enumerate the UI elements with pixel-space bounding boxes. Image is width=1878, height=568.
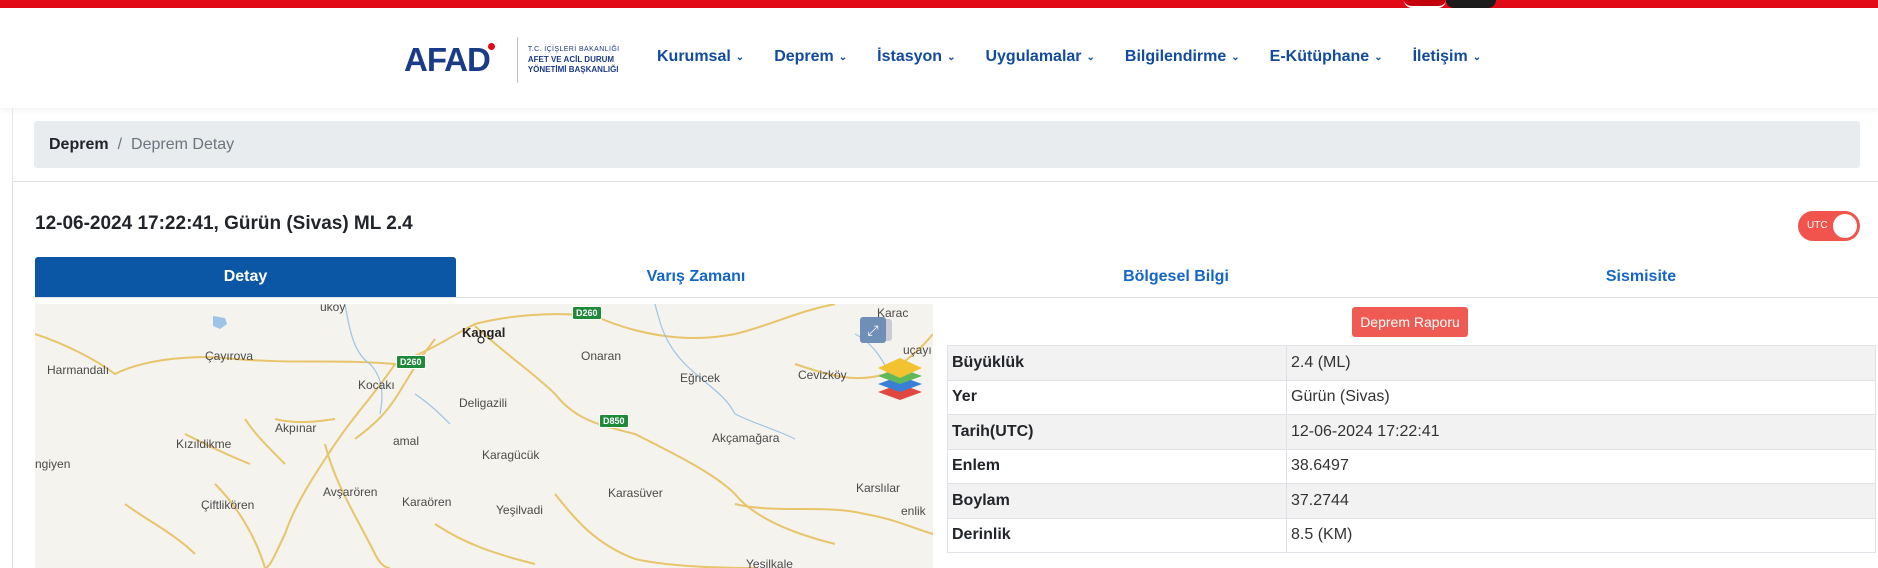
utc-toggle[interactable]: UTC bbox=[1798, 211, 1860, 241]
nav-item-label: İstasyon bbox=[877, 48, 943, 65]
chevron-down-icon: ⌄ bbox=[1472, 51, 1482, 63]
table-row: Büyüklük 2.4 (ML) bbox=[947, 345, 1876, 381]
top-avatar-dark bbox=[1446, 0, 1496, 8]
map-place-label: ngiyen bbox=[35, 457, 71, 471]
map-place-label: Çayırova bbox=[205, 349, 254, 363]
chevron-down-icon: ⌄ bbox=[947, 51, 956, 63]
earthquake-details-table: Büyüklük 2.4 (ML) Yer Gürün (Sivas) Tarih(UT… bbox=[947, 345, 1876, 553]
detail-key: Boylam bbox=[947, 483, 1287, 519]
layers-icon[interactable] bbox=[876, 356, 924, 400]
page-title: 12-06-2024 17:22:41, Gürün (Sivas) ML 2.… bbox=[35, 213, 413, 234]
map-place-label: Kızıldikme bbox=[176, 437, 232, 451]
map-place-label: Deligazili bbox=[459, 396, 508, 410]
table-row: Tarih(UTC) 12-06-2024 17:22:41 bbox=[947, 414, 1876, 450]
breadcrumb-separator: / bbox=[117, 135, 123, 153]
earthquake-report-button[interactable]: Deprem Raporu bbox=[1352, 307, 1468, 337]
map-place-label: Akçamağara bbox=[712, 431, 780, 445]
tab-bar: Detay Varış Zamanı Bölgesel Bilgi Sismis… bbox=[35, 257, 1878, 298]
nav-item-kurumsal[interactable]: Kurumsal ⌄ bbox=[657, 48, 744, 66]
map-place-label: Karaören bbox=[402, 495, 452, 509]
map-place-label: Cevizköy bbox=[798, 368, 847, 382]
logo-line-1: T.C. İÇİŞLERİ BAKANLIĞI bbox=[527, 46, 620, 53]
map-place-label: Harmandalı bbox=[47, 363, 110, 377]
map-city-label: Kangal bbox=[462, 325, 506, 340]
toggle-knob bbox=[1833, 214, 1857, 238]
nav-item-i-stasyon[interactable]: İstasyon ⌄ bbox=[877, 48, 955, 66]
nav-item-label: İletişim bbox=[1412, 48, 1468, 65]
chevron-down-icon: ⌄ bbox=[735, 51, 745, 63]
table-row: Yer Gürün (Sivas) bbox=[947, 379, 1876, 415]
nav-item-label: Uygulamalar bbox=[985, 48, 1082, 65]
logo-text: T.C. İÇİŞLERİ BAKANLIĞI AFET VE ACİL DUR… bbox=[528, 45, 620, 75]
top-brand-bar bbox=[0, 0, 1878, 8]
detail-key: Derinlik bbox=[947, 517, 1287, 553]
detail-key: Enlem bbox=[947, 448, 1287, 484]
nav-item-bilgilendirme[interactable]: Bilgilendirme ⌄ bbox=[1125, 48, 1240, 66]
logo-word: AFAD bbox=[404, 41, 491, 78]
detail-value: 12-06-2024 17:22:41 bbox=[1286, 414, 1876, 450]
expand-icon[interactable]: ⤢ bbox=[860, 317, 886, 343]
road-shield: D260 bbox=[396, 355, 426, 369]
afad-logo[interactable]: AFAD T.C. İÇİŞLERİ BAKANLIĞI AFET VE ACİ… bbox=[404, 30, 620, 90]
nav-item-label: Bilgilendirme bbox=[1124, 48, 1227, 65]
road-shield: D850 bbox=[599, 414, 629, 428]
detail-value: Gürün (Sivas) bbox=[1286, 379, 1876, 415]
map-place-label: Karslılar bbox=[856, 481, 901, 495]
breadcrumb-current: Deprem Detay bbox=[131, 135, 235, 153]
map-place-label: Avşarören bbox=[323, 485, 378, 499]
nav-item-deprem[interactable]: Deprem ⌄ bbox=[774, 48, 847, 66]
chevron-down-icon: ⌄ bbox=[1231, 51, 1240, 63]
nav-item-i-letişim[interactable]: İletişim ⌄ bbox=[1413, 48, 1482, 66]
logo-separator bbox=[516, 37, 518, 83]
chevron-down-icon: ⌄ bbox=[1086, 51, 1095, 63]
breadcrumb: Deprem / Deprem Detay bbox=[34, 121, 1860, 168]
tab-varis-zamani[interactable]: Varış Zamanı bbox=[456, 257, 936, 297]
nav-item-label: Kurumsal bbox=[657, 48, 731, 65]
map-place-label: amal bbox=[393, 434, 420, 448]
detail-key: Yer bbox=[947, 379, 1287, 415]
tab-sismisite[interactable]: Sismisite bbox=[1416, 257, 1866, 297]
tab-detay[interactable]: Detay bbox=[35, 257, 456, 297]
nav-item-label: E-Kütüphane bbox=[1269, 48, 1370, 65]
nav-item-uygulamalar[interactable]: Uygulamalar ⌄ bbox=[985, 48, 1094, 66]
main-nav: Kurumsal ⌄ Deprem ⌄ İstasyon ⌄ Uygulamalar ⌄ Bil… bbox=[657, 48, 1511, 66]
map-place-label: enlik bbox=[901, 504, 926, 518]
detail-value: 37.2744 bbox=[1286, 483, 1876, 519]
map-place-label: üköy bbox=[320, 304, 346, 314]
earthquake-map[interactable]: Kangal Harmandalı Çayırova Kocakı Deliga… bbox=[35, 304, 933, 568]
detail-key: Büyüklük bbox=[947, 345, 1287, 381]
map-place-label: Yeşilvadi bbox=[496, 503, 543, 517]
table-row: Derinlik 8.5 (KM) bbox=[947, 517, 1876, 553]
map-place-label: Eğricek bbox=[680, 371, 721, 385]
map-place-label: Çiftlikören bbox=[201, 498, 255, 512]
table-row: Boylam 37.2744 bbox=[947, 483, 1876, 519]
chevron-down-icon: ⌄ bbox=[838, 51, 848, 63]
detail-key: Tarih(UTC) bbox=[947, 414, 1287, 450]
detail-value: 8.5 (KM) bbox=[1286, 517, 1876, 553]
top-avatar-red bbox=[1404, 0, 1446, 8]
nav-item-e-kütüphane[interactable]: E-Kütüphane ⌄ bbox=[1270, 48, 1383, 66]
tab-bolgesel-bilgi[interactable]: Bölgesel Bilgi bbox=[936, 257, 1416, 297]
logo-line-2: AFET VE ACİL DURUM bbox=[527, 55, 615, 64]
map-place-label: Akpınar bbox=[275, 421, 317, 435]
map-place-label: Karagücük bbox=[482, 448, 540, 462]
logo-line-3: YÖNETİMİ BAŞKANLIĞI bbox=[527, 65, 619, 74]
nav-item-label: Deprem bbox=[774, 48, 834, 65]
breadcrumb-home[interactable]: Deprem bbox=[49, 136, 109, 154]
chevron-down-icon: ⌄ bbox=[1374, 51, 1383, 63]
map-place-label: Karasüver bbox=[608, 486, 663, 500]
table-row: Enlem 38.6497 bbox=[947, 448, 1876, 484]
detail-value: 2.4 (ML) bbox=[1286, 345, 1876, 381]
map-roads bbox=[35, 304, 933, 568]
utc-toggle-label: UTC bbox=[1807, 220, 1828, 231]
road-shield: D260 bbox=[572, 306, 602, 320]
map-place-label: Yeşilkale bbox=[746, 557, 793, 568]
flag-icon bbox=[485, 40, 497, 52]
map-place-label: uçayı bbox=[903, 343, 932, 357]
map-place-label: Kocakı bbox=[358, 378, 395, 392]
detail-value: 38.6497 bbox=[1286, 448, 1876, 484]
map-place-label: Onaran bbox=[581, 349, 622, 363]
site-header: AFAD T.C. İÇİŞLERİ BAKANLIĞI AFET VE ACİ… bbox=[0, 8, 1878, 108]
